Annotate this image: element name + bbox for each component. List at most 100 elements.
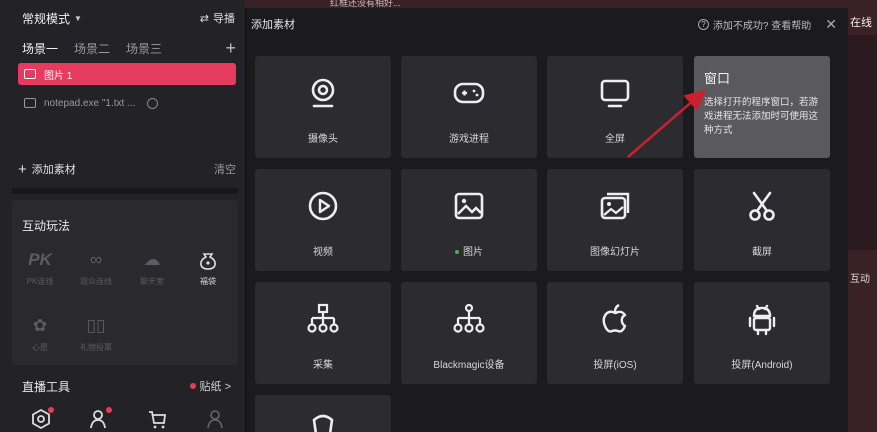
card-window[interactable]: 窗口 选择打开的程序窗口，若游戏进程无法添加时可使用这种方式 (694, 56, 830, 158)
tools-title: 直播工具 (22, 380, 71, 394)
app-root: 红框还没有相好... 在线 互动 常规模式 ▼ ⇄ 导播 场景一 场景二 场景三… (0, 0, 877, 432)
android-icon (694, 302, 830, 336)
source-item-notepad[interactable]: notepad.exe "1.txt ... (18, 92, 236, 114)
source-item-label: 图片 1 (44, 70, 73, 82)
sticker-label: 贴纸 > (199, 381, 231, 393)
card-label-text: 图片 (463, 247, 483, 258)
pk-icon: PK (28, 250, 52, 269)
card-video[interactable]: 视频 (255, 169, 391, 271)
card-slideshow[interactable]: 图像幻灯片 (547, 169, 683, 271)
clear-button[interactable]: 清空 (214, 161, 236, 177)
tool-user-icon[interactable] (88, 407, 112, 430)
image-icon (401, 189, 537, 223)
mode-label: 常规模式 (22, 11, 71, 26)
new-dot (189, 383, 196, 389)
camera-icon (255, 76, 391, 110)
slideshow-icon (547, 189, 683, 223)
chat-icon: ☁ (143, 250, 161, 269)
card-image[interactable]: 图片 (401, 169, 537, 271)
background-right-subtitle: 互动 (850, 274, 870, 285)
source-item-image[interactable]: 图片 1 (18, 63, 236, 85)
tab-scene-1[interactable]: 场景一 (22, 40, 58, 57)
add-source-button[interactable]: 添加素材 (32, 161, 76, 177)
left-panel: 常规模式 ▼ ⇄ 导播 场景一 场景二 场景三 + 图片 1 notepad.e… (0, 0, 245, 432)
window-card-description: 选择打开的程序窗口，若游戏进程无法添加时可使用这种方式 (704, 97, 819, 136)
card-label: 图像幻灯片 (590, 247, 640, 258)
plus-icon: + (18, 160, 27, 178)
tool-settings-icon[interactable] (30, 407, 54, 430)
add-source-row: + 添加素材 清空 (18, 155, 236, 183)
vote-icon: ▯▯ (86, 316, 106, 335)
hidden-eye-icon[interactable] (147, 97, 159, 109)
question-icon: ? (697, 18, 709, 30)
source-item-label: notepad.exe "1.txt ... (44, 97, 136, 109)
import-label: 导播 (213, 13, 235, 25)
tools-row (30, 407, 226, 430)
interact-item-lucky-bag[interactable]: 福袋 (180, 246, 236, 287)
scissors-icon (694, 189, 830, 223)
window-source-icon (24, 98, 36, 108)
interact-item-link[interactable]: ∞ 观众连线 (68, 246, 124, 287)
card-label: 采集 (313, 360, 333, 371)
interact-item-wish[interactable]: ✿ 心愿 (12, 312, 68, 353)
new-dot (106, 407, 112, 413)
tab-scene-2[interactable]: 场景二 (74, 40, 110, 57)
interact-item-label: 观众连线 (80, 277, 112, 286)
card-label: Blackmagic设备 (433, 360, 505, 371)
lucky-bag-icon (180, 246, 236, 274)
background-right-band (848, 35, 877, 250)
help-link[interactable]: ? 添加不成功? 查看帮助 (697, 17, 812, 32)
card-blackmagic[interactable]: Blackmagic设备 (401, 282, 537, 384)
apple-icon (547, 302, 683, 336)
dialog-title: 添加素材 (251, 19, 295, 31)
interact-title: 互动玩法 (22, 219, 71, 233)
card-label: 视频 (313, 247, 333, 258)
card-partial[interactable] (255, 395, 391, 432)
tab-scene-3[interactable]: 场景三 (126, 40, 162, 57)
interact-item-label: 聊天室 (140, 277, 164, 286)
left-topbar: 常规模式 ▼ ⇄ 导播 (0, 0, 245, 36)
card-screenshot[interactable]: 截屏 (694, 169, 830, 271)
tool-team-icon[interactable] (204, 408, 226, 430)
monitor-icon (547, 76, 683, 110)
partial-icon (255, 410, 391, 432)
interact-item-label: 福袋 (200, 277, 216, 286)
import-button[interactable]: ⇄ 导播 (200, 10, 235, 26)
swap-icon: ⇄ (199, 12, 209, 25)
play-icon (255, 189, 391, 223)
window-card-title: 窗口 (704, 71, 731, 86)
card-fullscreen[interactable]: 全屏 (547, 56, 683, 158)
card-camera[interactable]: 摄像头 (255, 56, 391, 158)
caret-down-icon: ▼ (74, 13, 82, 23)
wish-icon: ✿ (32, 316, 48, 335)
card-cast-ios[interactable]: 投屏(iOS) (547, 282, 683, 384)
close-icon[interactable]: ✕ (825, 17, 837, 31)
mode-selector[interactable]: 常规模式 ▼ (22, 10, 82, 27)
help-text: 添加不成功? 查看帮助 (712, 20, 812, 32)
new-dot (48, 407, 54, 413)
card-label: 游戏进程 (449, 134, 489, 145)
link-icon: ∞ (89, 250, 103, 269)
card-game-process[interactable]: 游戏进程 (401, 56, 537, 158)
card-cast-android[interactable]: 投屏(Android) (694, 282, 830, 384)
interact-item-chat[interactable]: ☁ 聊天室 (124, 246, 180, 287)
interact-item-pk[interactable]: PK PK连线 (12, 246, 68, 287)
background-right-title: 在线 (850, 17, 872, 29)
interact-item-label: PK连线 (26, 277, 54, 286)
add-source-dialog: 添加素材 ? 添加不成功? 查看帮助 ✕ 摄像头 游戏进程 全屏 窗口 选择打开… (245, 8, 848, 432)
card-label: 图片 (401, 243, 537, 258)
gamepad-icon (401, 76, 537, 110)
dialog-header: 添加素材 ? 添加不成功? 查看帮助 ✕ (246, 8, 849, 40)
scene-tabs: 场景一 场景二 场景三 + (22, 37, 236, 59)
interact-item-label: 心愿 (32, 343, 48, 352)
card-capture[interactable]: 采集 (255, 282, 391, 384)
card-label: 截屏 (752, 247, 772, 258)
card-label: 摄像头 (308, 134, 338, 145)
interact-item-vote[interactable]: ▯▯ 礼物投票 (68, 312, 124, 353)
tool-cart-icon[interactable] (146, 408, 168, 430)
sticker-link[interactable]: 贴纸 > (189, 378, 231, 394)
add-scene-icon[interactable]: + (225, 39, 236, 57)
blackmagic-icon (401, 302, 537, 336)
card-label: 投屏(Android) (731, 360, 793, 371)
section-divider (12, 188, 238, 194)
